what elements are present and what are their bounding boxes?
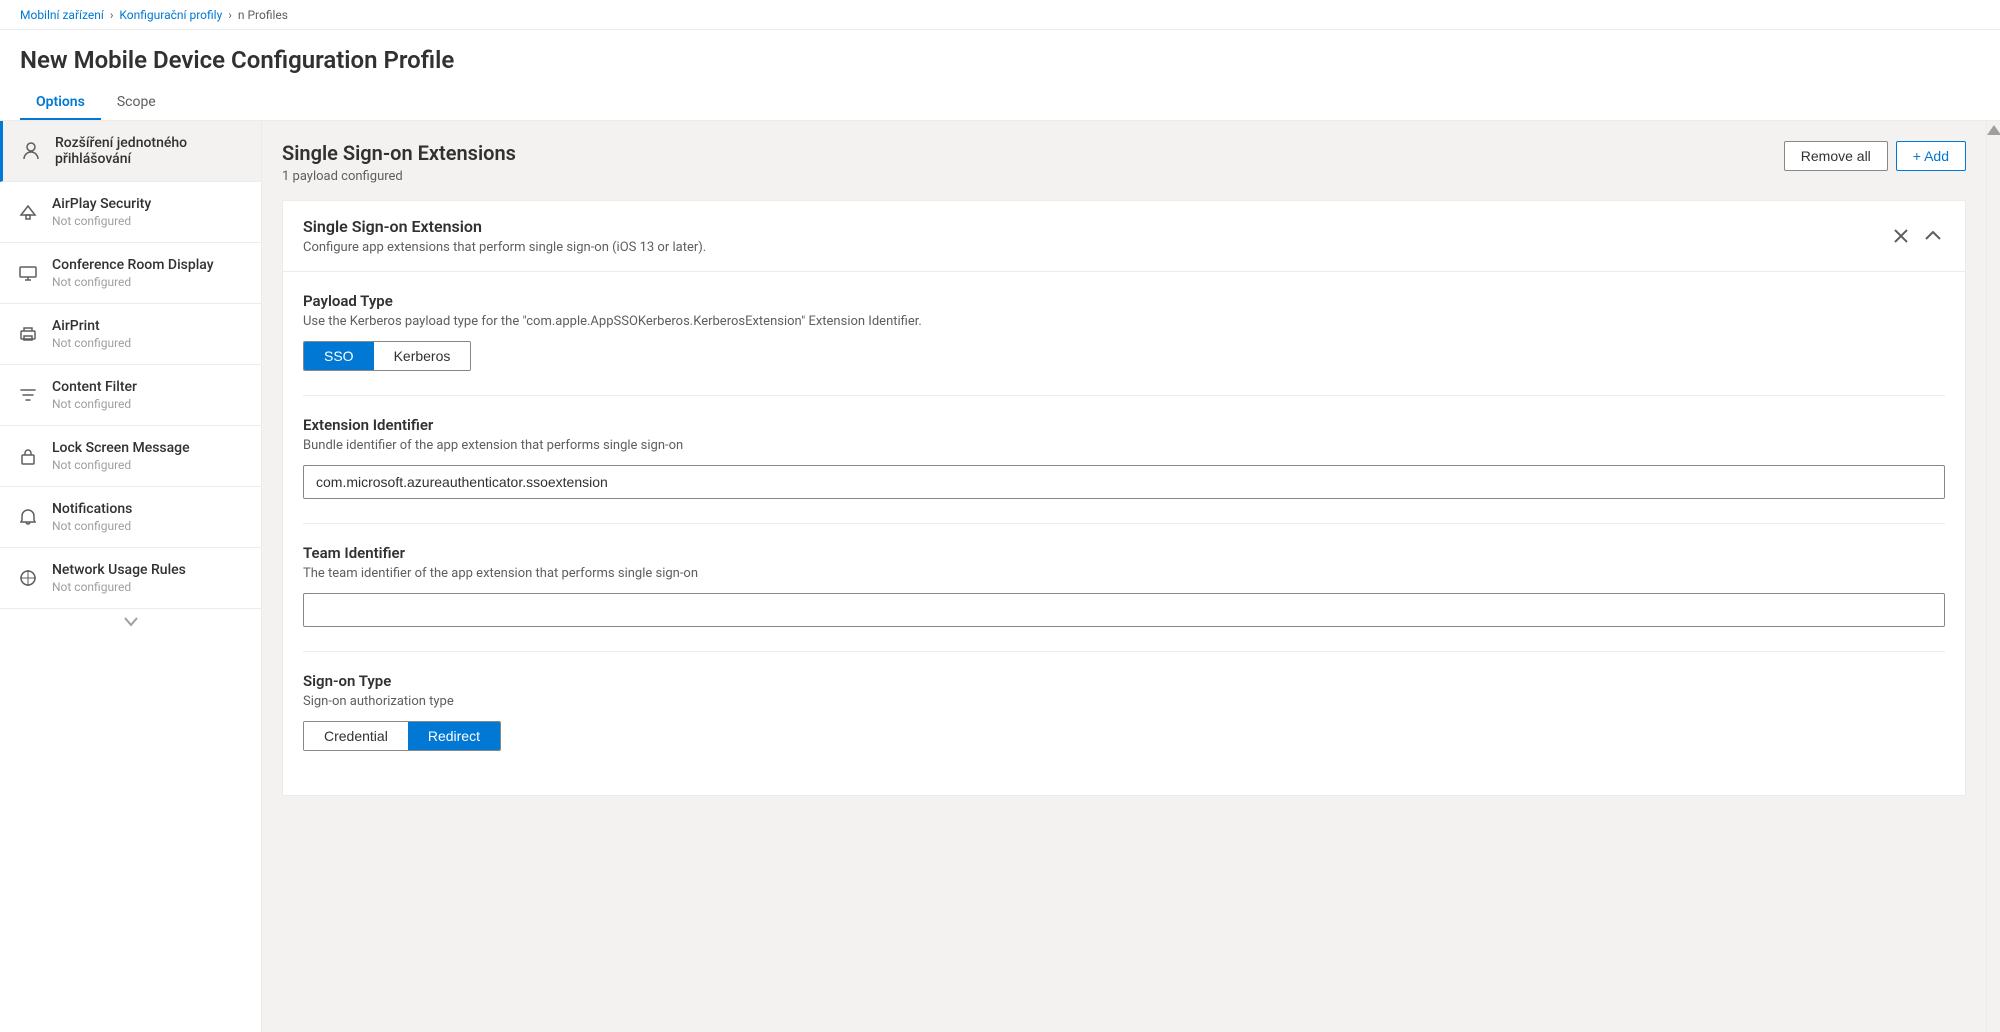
sidebar-lock-screen-subtitle: Not configured	[52, 458, 245, 472]
team-identifier-section: Team Identifier The team identifier of t…	[303, 544, 1945, 627]
sidebar-conference-subtitle: Not configured	[52, 275, 245, 289]
page-header: New Mobile Device Configuration Profile …	[0, 30, 2000, 121]
sidebar: Rozšíření jednotného přihlášování AirPla…	[0, 121, 262, 1032]
sidebar-content-filter-title: Content Filter	[52, 379, 245, 395]
page-title: New Mobile Device Configuration Profile	[20, 46, 1980, 74]
team-identifier-input[interactable]	[303, 593, 1945, 627]
sign-on-type-label: Sign-on Type	[303, 672, 1945, 690]
section-header: Single Sign-on Extensions 1 payload conf…	[282, 141, 1966, 184]
breadcrumb-mobile[interactable]: Mobilní zařízení	[20, 8, 104, 22]
payload-type-toggle: SSO Kerberos	[303, 341, 471, 371]
sidebar-airplay-title: AirPlay Security	[52, 196, 245, 212]
sidebar-item-airplay-security[interactable]: AirPlay Security Not configured	[0, 182, 261, 243]
sidebar-airprint-title: AirPrint	[52, 318, 245, 334]
content-area: Single Sign-on Extensions 1 payload conf…	[262, 121, 1986, 1032]
network-usage-icon	[16, 566, 40, 590]
sign-on-type-toggle: Credential Redirect	[303, 721, 501, 751]
extension-identifier-input[interactable]	[303, 465, 1945, 499]
team-identifier-label: Team Identifier	[303, 544, 1945, 562]
sidebar-airprint-subtitle: Not configured	[52, 336, 245, 350]
card-description: Configure app extensions that perform si…	[303, 240, 706, 255]
payload-type-label: Payload Type	[303, 292, 1945, 310]
section-title: Single Sign-on Extensions	[282, 141, 516, 165]
sidebar-notifications-title: Notifications	[52, 501, 245, 517]
card-header: Single Sign-on Extension Configure app e…	[283, 201, 1965, 272]
sso-toggle-btn[interactable]: SSO	[304, 342, 374, 370]
sidebar-item-content-filter[interactable]: Content Filter Not configured	[0, 365, 261, 426]
lock-screen-icon	[16, 444, 40, 468]
divider-2	[303, 523, 1945, 524]
airplay-security-icon	[16, 200, 40, 224]
content-filter-icon	[16, 383, 40, 407]
sidebar-content-filter-subtitle: Not configured	[52, 397, 245, 411]
sign-on-type-desc: Sign-on authorization type	[303, 694, 1945, 709]
sidebar-item-conference[interactable]: Conference Room Display Not configured	[0, 243, 261, 304]
sidebar-network-subtitle: Not configured	[52, 580, 245, 594]
notifications-icon	[16, 505, 40, 529]
sidebar-network-title: Network Usage Rules	[52, 562, 245, 578]
redirect-toggle-btn[interactable]: Redirect	[408, 722, 500, 750]
card-title: Single Sign-on Extension	[303, 217, 706, 236]
collapse-button[interactable]	[1921, 227, 1945, 245]
sidebar-lock-screen-title: Lock Screen Message	[52, 440, 245, 456]
divider-3	[303, 651, 1945, 652]
sidebar-item-lock-screen[interactable]: Lock Screen Message Not configured	[0, 426, 261, 487]
breadcrumb-current: n Profiles	[238, 8, 288, 22]
divider-1	[303, 395, 1945, 396]
breadcrumb: Mobilní zařízení › Konfigurační profily …	[0, 0, 2000, 30]
payload-type-section: Payload Type Use the Kerberos payload ty…	[303, 292, 1945, 371]
breadcrumb-config-profiles[interactable]: Konfigurační profily	[119, 8, 222, 22]
add-button[interactable]: + Add	[1896, 141, 1966, 171]
sidebar-item-sso-extensions[interactable]: Rozšíření jednotného přihlášování	[0, 121, 261, 182]
team-identifier-desc: The team identifier of the app extension…	[303, 566, 1945, 581]
sidebar-item-network-usage[interactable]: Network Usage Rules Not configured	[0, 548, 261, 609]
sso-extensions-icon	[19, 139, 43, 163]
kerberos-toggle-btn[interactable]: Kerberos	[374, 342, 471, 370]
extension-identifier-label: Extension Identifier	[303, 416, 1945, 434]
tab-scope[interactable]: Scope	[101, 86, 172, 120]
section-subtitle: 1 payload configured	[282, 169, 516, 184]
extension-identifier-desc: Bundle identifier of the app extension t…	[303, 438, 1945, 453]
sidebar-scroll-down[interactable]	[0, 609, 261, 635]
extension-identifier-section: Extension Identifier Bundle identifier o…	[303, 416, 1945, 499]
sidebar-item-notifications[interactable]: Notifications Not configured	[0, 487, 261, 548]
scroll-up-indicator[interactable]	[1987, 125, 2000, 135]
sidebar-conference-title: Conference Room Display	[52, 257, 245, 273]
remove-all-button[interactable]: Remove all	[1784, 141, 1888, 171]
card-body: Payload Type Use the Kerberos payload ty…	[283, 272, 1965, 795]
sign-on-type-section: Sign-on Type Sign-on authorization type …	[303, 672, 1945, 751]
sso-extension-card: Single Sign-on Extension Configure app e…	[282, 200, 1966, 796]
credential-toggle-btn[interactable]: Credential	[304, 722, 408, 750]
airprint-icon	[16, 322, 40, 346]
tabs-bar: Options Scope	[20, 86, 1980, 120]
section-actions: Remove all + Add	[1784, 141, 1966, 171]
sidebar-airplay-subtitle: Not configured	[52, 214, 245, 228]
close-button[interactable]	[1889, 224, 1913, 248]
sidebar-item-airprint[interactable]: AirPrint Not configured	[0, 304, 261, 365]
conference-icon	[16, 261, 40, 285]
main-layout: Rozšíření jednotného přihlášování AirPla…	[0, 121, 2000, 1032]
right-scrollbar	[1986, 121, 2000, 1032]
payload-type-desc: Use the Kerberos payload type for the "c…	[303, 314, 1945, 329]
sidebar-item-sso-title: Rozšíření jednotného přihlášování	[55, 135, 245, 167]
sidebar-notifications-subtitle: Not configured	[52, 519, 245, 533]
tab-options[interactable]: Options	[20, 86, 101, 120]
